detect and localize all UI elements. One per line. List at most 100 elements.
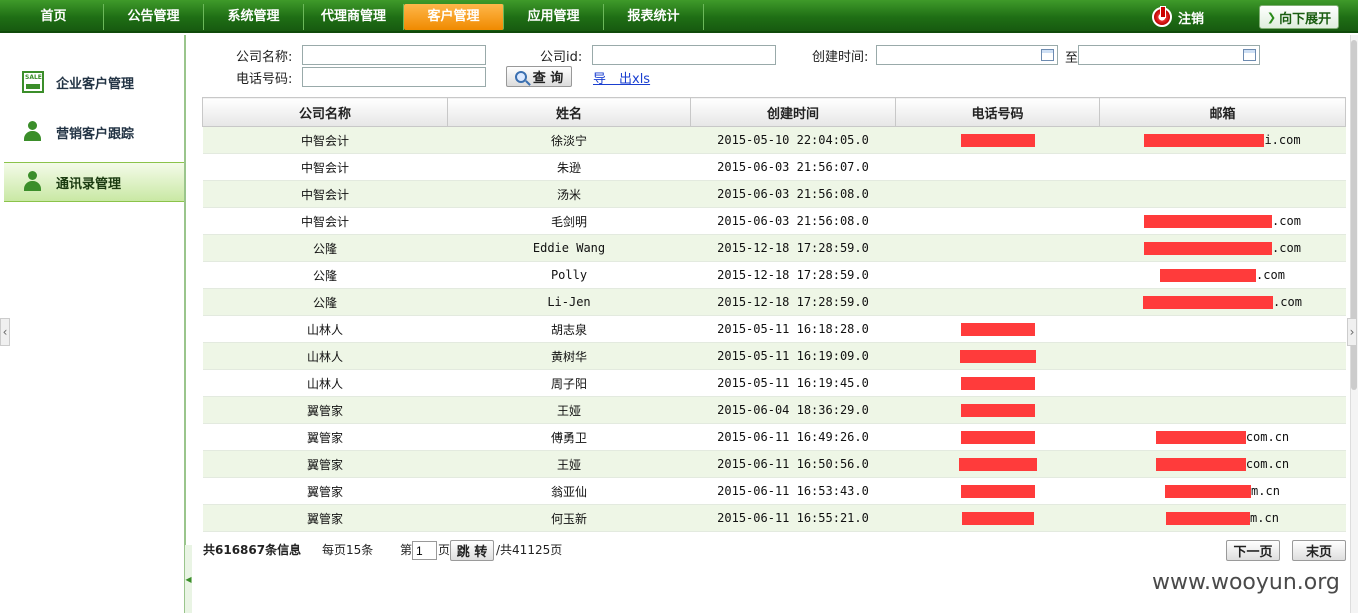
- next-page-button[interactable]: 下一页: [1226, 540, 1280, 561]
- page-number-input[interactable]: [412, 541, 437, 560]
- nav-system[interactable]: 系统管理: [204, 4, 304, 30]
- cell-name: 毛剑明: [447, 207, 691, 235]
- table-row[interactable]: 翼管家 王娅 2015-06-04 18:36:29.0: [202, 396, 1346, 424]
- cell-company: 公隆: [202, 288, 448, 316]
- cell-name: 周子阳: [447, 369, 691, 397]
- cell-created: 2015-05-11 16:19:09.0: [690, 342, 896, 370]
- chevron-left-icon[interactable]: ‹: [0, 318, 10, 346]
- redaction-bar: [958, 458, 1037, 471]
- company-id-input[interactable]: [592, 45, 776, 65]
- cell-company: 山林人: [202, 342, 448, 370]
- created-start-input[interactable]: [876, 45, 1058, 65]
- cell-phone: [895, 504, 1100, 532]
- last-page-button[interactable]: 末页: [1292, 540, 1346, 561]
- cell-company: 中智会计: [202, 126, 448, 154]
- table-row[interactable]: 中智会计 徐淡宁 2015-05-10 22:04:05.0 i.com: [202, 126, 1346, 154]
- cell-phone: [895, 180, 1100, 208]
- chevron-right-icon[interactable]: ›: [1347, 318, 1357, 346]
- nav-reports[interactable]: 报表统计: [604, 4, 704, 30]
- cell-phone: [895, 153, 1100, 181]
- nav-customers[interactable]: 客户管理: [404, 4, 504, 30]
- calendar-icon[interactable]: [1041, 49, 1054, 61]
- page-suffix: 页: [438, 543, 451, 557]
- sidebar-item-label: 营销客户跟踪: [56, 126, 135, 142]
- table-row[interactable]: 公隆 Eddie Wang 2015-12-18 17:28:59.0 .com: [202, 234, 1346, 262]
- email-suffix: .com: [1272, 241, 1301, 255]
- table-row[interactable]: 公隆 Li-Jen 2015-12-18 17:28:59.0 .com: [202, 288, 1346, 316]
- redaction-bar: [1144, 242, 1273, 255]
- redaction-bar: [1165, 485, 1252, 498]
- company-name-label: 公司名称:: [236, 50, 293, 65]
- nav-applications[interactable]: 应用管理: [504, 4, 604, 30]
- cell-name: 王娅: [447, 396, 691, 424]
- cell-email: [1099, 315, 1346, 343]
- cell-created: 2015-12-18 17:28:59.0: [690, 288, 896, 316]
- cell-created: 2015-06-03 21:56:07.0: [690, 153, 896, 181]
- cell-email: .com: [1099, 261, 1346, 289]
- phone-input[interactable]: [302, 67, 486, 87]
- table-row[interactable]: 翼管家 翁亚仙 2015-06-11 16:53:43.0 m.cn: [202, 477, 1346, 505]
- phone-label: 电话号码:: [236, 72, 293, 87]
- cell-phone: [895, 342, 1100, 370]
- search-icon: [514, 70, 527, 83]
- email-suffix: .com: [1273, 295, 1302, 309]
- cell-created: 2015-05-11 16:18:28.0: [690, 315, 896, 343]
- query-button[interactable]: 查 询: [506, 66, 572, 87]
- cell-name: 王娅: [447, 450, 691, 478]
- redaction-bar: [960, 323, 1035, 336]
- redaction-bar: [960, 134, 1035, 147]
- sidebar-item-contacts[interactable]: 通讯录管理: [4, 162, 185, 202]
- cell-created: 2015-06-11 16:53:43.0: [690, 477, 896, 505]
- cell-phone: [895, 207, 1100, 235]
- redaction-bar: [1143, 296, 1274, 309]
- total-pages: /共41125页: [496, 543, 563, 557]
- table-row[interactable]: 中智会计 汤米 2015-06-03 21:56:08.0: [202, 180, 1346, 208]
- cell-email: [1099, 153, 1346, 181]
- cell-created: 2015-12-18 17:28:59.0: [690, 234, 896, 262]
- sidebar-item-enterprise-customers[interactable]: 企业客户管理: [4, 62, 185, 102]
- table-row[interactable]: 公隆 Polly 2015-12-18 17:28:59.0 .com: [202, 261, 1346, 289]
- nav-home[interactable]: 首页: [4, 4, 104, 30]
- created-end-input[interactable]: [1078, 45, 1260, 65]
- cell-created: 2015-12-18 17:28:59.0: [690, 261, 896, 289]
- watermark: www.wooyun.org: [1152, 570, 1340, 595]
- cell-phone: [895, 396, 1100, 424]
- export-xls-link[interactable]: 导 出xls: [593, 68, 650, 87]
- table-row[interactable]: 山林人 胡志泉 2015-05-11 16:18:28.0: [202, 315, 1346, 343]
- redaction-bar: [960, 377, 1035, 390]
- calendar-icon[interactable]: [1243, 49, 1256, 61]
- table-row[interactable]: 山林人 周子阳 2015-05-11 16:19:45.0: [202, 369, 1346, 397]
- cell-email: m.cn: [1099, 504, 1346, 532]
- cell-name: 胡志泉: [447, 315, 691, 343]
- cell-name: Eddie Wang: [447, 234, 691, 262]
- cell-email: com.cn: [1099, 423, 1346, 451]
- table-row[interactable]: 翼管家 王娅 2015-06-11 16:50:56.0 com.cn: [202, 450, 1346, 478]
- table-row[interactable]: 山林人 黄树华 2015-05-11 16:19:09.0: [202, 342, 1346, 370]
- created-time-label: 创建时间:: [812, 50, 869, 65]
- cell-created: 2015-06-03 21:56:08.0: [690, 207, 896, 235]
- cell-email: [1099, 369, 1346, 397]
- company-name-input[interactable]: [302, 45, 486, 65]
- cell-company: 公隆: [202, 234, 448, 262]
- email-suffix: .com: [1272, 214, 1301, 228]
- table-row[interactable]: 翼管家 何玉新 2015-06-11 16:55:21.0 m.cn: [202, 504, 1346, 532]
- nav-announcements[interactable]: 公告管理: [104, 4, 204, 30]
- cell-phone: [895, 288, 1100, 316]
- cell-company: 中智会计: [202, 153, 448, 181]
- column-header-company: 公司名称: [202, 97, 448, 127]
- table-row[interactable]: 中智会计 朱逊 2015-06-03 21:56:07.0: [202, 153, 1346, 181]
- cell-phone: [895, 450, 1100, 478]
- redaction-bar: [1155, 431, 1246, 444]
- logout-label: 注销: [1178, 11, 1205, 27]
- table-row[interactable]: 翼管家 傅勇卫 2015-06-11 16:49:26.0 com.cn: [202, 423, 1346, 451]
- redaction-bar: [960, 431, 1035, 444]
- sidebar-item-marketing-tracking[interactable]: 营销客户跟踪: [4, 112, 185, 152]
- table-row[interactable]: 中智会计 毛剑明 2015-06-03 21:56:08.0 .com: [202, 207, 1346, 235]
- sidebar-collapse-handle[interactable]: ◀: [184, 545, 192, 613]
- logout-button[interactable]: 注销: [1152, 6, 1204, 28]
- expand-down-button[interactable]: ❯ 向下展开: [1259, 5, 1339, 29]
- cell-phone: [895, 234, 1100, 262]
- nav-agents[interactable]: 代理商管理: [304, 4, 404, 30]
- column-header-created: 创建时间: [690, 97, 896, 127]
- jump-button[interactable]: 跳 转: [450, 540, 494, 561]
